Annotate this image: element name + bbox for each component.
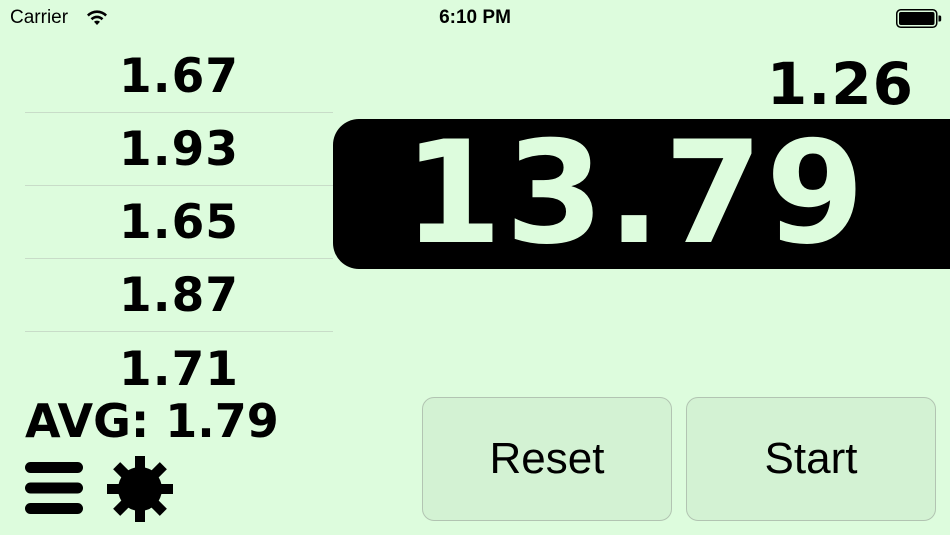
list-item: 1.65 <box>25 186 333 259</box>
average-label: AVG: 1.79 <box>25 394 279 448</box>
main-timer-value: 13.79 <box>403 111 868 276</box>
reset-button[interactable]: Reset <box>422 397 672 521</box>
list-item: 1.67 <box>25 40 333 113</box>
list-item: 1.87 <box>25 259 333 332</box>
lap-list[interactable]: 1.67 1.93 1.65 1.87 1.71 <box>25 40 333 406</box>
battery-icon <box>896 9 942 28</box>
gear-icon[interactable] <box>107 456 173 522</box>
last-lap-time: 1.26 <box>766 50 914 118</box>
list-item: 1.93 <box>25 113 333 186</box>
menu-icon[interactable] <box>25 462 83 514</box>
status-bar: Carrier 6:10 PM <box>0 0 950 34</box>
start-button[interactable]: Start <box>686 397 936 521</box>
status-time: 6:10 PM <box>439 7 511 28</box>
main-timer: 13.79 <box>333 119 950 269</box>
